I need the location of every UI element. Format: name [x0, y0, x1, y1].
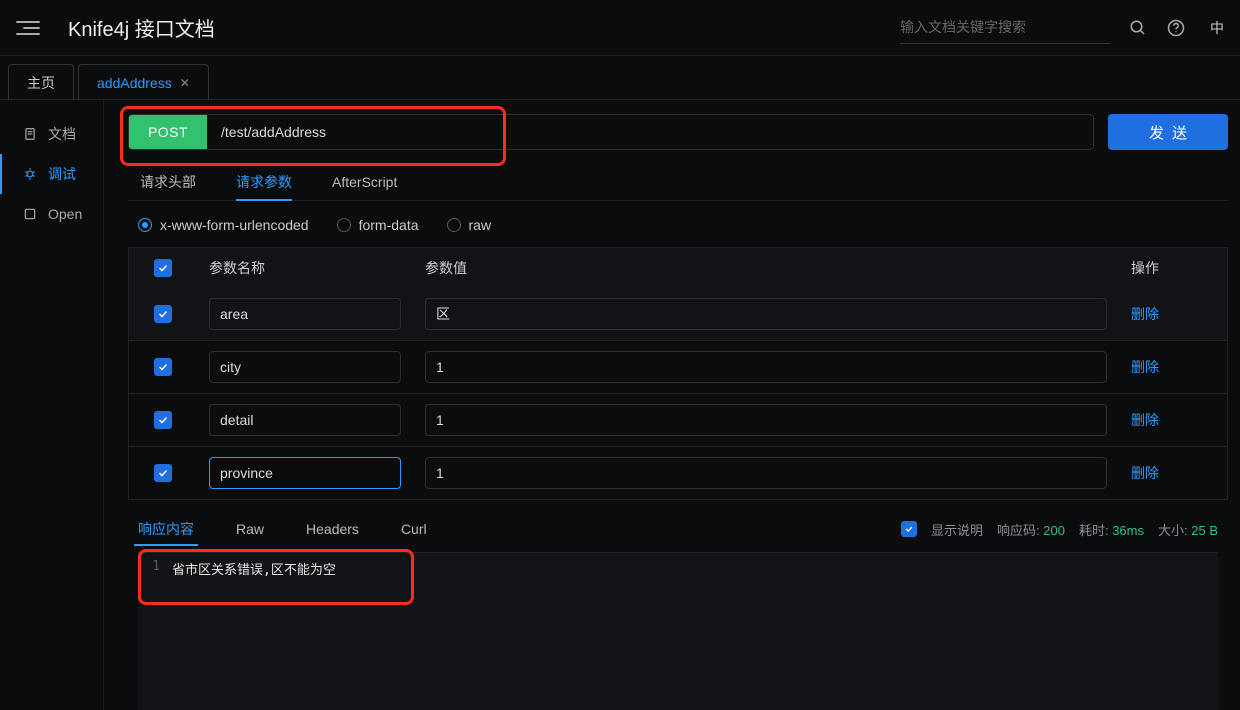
col-header-value: 参数值 — [413, 248, 1119, 288]
line-number: 1 — [138, 553, 166, 710]
radio-label: raw — [469, 217, 492, 233]
open-icon — [22, 206, 38, 222]
response-text: 省市区关系错误,区不能为空 — [166, 553, 1218, 710]
param-value-input[interactable] — [425, 404, 1107, 436]
checkbox-row[interactable] — [154, 464, 172, 482]
param-name-input[interactable] — [209, 351, 401, 383]
app-header: Knife4j 接口文档 中 — [0, 0, 1240, 56]
param-value-input[interactable] — [425, 298, 1107, 330]
debug-icon — [22, 166, 38, 182]
api-url: /test/addAddress — [207, 115, 340, 149]
sidebar-item-debug[interactable]: 调试 — [0, 154, 103, 194]
param-name-input[interactable] — [209, 404, 401, 436]
tab-response-body[interactable]: 响应内容 — [138, 512, 194, 546]
lang-switch[interactable]: 中 — [1210, 18, 1224, 38]
tab-addaddress[interactable]: addAddress ✕ — [78, 64, 209, 100]
tab-request-headers[interactable]: 请求头部 — [140, 164, 196, 200]
checkbox-row[interactable] — [154, 411, 172, 429]
param-name-input[interactable] — [209, 457, 401, 489]
param-value-input[interactable] — [425, 457, 1107, 489]
response-tabs: 响应内容 Raw Headers Curl — [138, 512, 427, 546]
param-name-input[interactable] — [209, 298, 401, 330]
app-title: Knife4j 接口文档 — [68, 13, 215, 42]
sidebar-item-doc[interactable]: 文档 — [0, 114, 103, 154]
http-method-badge: POST — [129, 115, 207, 149]
tab-request-params[interactable]: 请求参数 — [236, 164, 292, 200]
main-panel: POST /test/addAddress 发送 请求头部 请求参数 After… — [104, 100, 1240, 710]
radio-label: form-data — [359, 217, 419, 233]
delete-link[interactable]: 删除 — [1131, 410, 1159, 430]
meta-code-value: 200 — [1043, 523, 1065, 538]
tab-response-curl[interactable]: Curl — [401, 512, 427, 546]
response-body: 1 省市区关系错误,区不能为空 — [138, 553, 1218, 710]
tab-home[interactable]: 主页 — [8, 64, 74, 100]
close-icon[interactable]: ✕ — [180, 76, 190, 90]
meta-size-value: 25 B — [1191, 523, 1218, 538]
meta-time-value: 36ms — [1112, 523, 1144, 538]
table-row: 删除 — [129, 446, 1227, 499]
tab-response-headers[interactable]: Headers — [306, 512, 359, 546]
meta-size-label: 大小: — [1158, 523, 1188, 538]
sidebar-item-label: 文档 — [48, 124, 76, 144]
radio-formdata[interactable]: form-data — [337, 217, 419, 233]
radio-raw[interactable]: raw — [447, 217, 492, 233]
meta-code-label: 响应码: — [997, 523, 1040, 538]
tab-label: 主页 — [27, 73, 55, 93]
search-input[interactable] — [900, 12, 1110, 44]
radio-urlencoded[interactable]: x-www-form-urlencoded — [138, 217, 309, 233]
radio-label: x-www-form-urlencoded — [160, 217, 309, 233]
tab-label: addAddress — [97, 75, 172, 91]
sidebar-item-label: Open — [48, 206, 82, 222]
tab-afterscript[interactable]: AfterScript — [332, 164, 397, 200]
table-row: 删除 — [129, 288, 1227, 340]
search-icon[interactable] — [1128, 18, 1148, 38]
menu-toggle-icon[interactable] — [16, 16, 40, 40]
checkbox-all[interactable] — [154, 259, 172, 277]
params-table-header: 参数名称 参数值 操作 — [129, 248, 1227, 288]
col-header-name: 参数名称 — [197, 248, 413, 288]
checkbox-row[interactable] — [154, 358, 172, 376]
table-row: 删除 — [129, 393, 1227, 446]
sidebar: 文档 调试 Open — [0, 100, 104, 710]
sidebar-item-open[interactable]: Open — [0, 194, 103, 234]
body-type-radios: x-www-form-urlencoded form-data raw — [128, 213, 1228, 247]
params-table: 参数名称 参数值 操作 删除删除删除删除 — [128, 247, 1228, 500]
checkbox-show-desc[interactable] — [901, 521, 917, 537]
checkbox-row[interactable] — [154, 305, 172, 323]
send-button[interactable]: 发送 — [1108, 114, 1228, 150]
doc-icon — [22, 126, 38, 142]
col-header-action: 操作 — [1119, 248, 1227, 288]
help-icon[interactable] — [1166, 18, 1186, 38]
delete-link[interactable]: 删除 — [1131, 304, 1159, 324]
page-tabs: 主页 addAddress ✕ — [0, 56, 1240, 100]
meta-time-label: 耗时: — [1079, 523, 1109, 538]
response-meta: 显示说明 响应码: 200 耗时: 36ms 大小: 25 B — [901, 520, 1218, 539]
tab-response-raw[interactable]: Raw — [236, 512, 264, 546]
request-tabs: 请求头部 请求参数 AfterScript — [128, 164, 1228, 201]
delete-link[interactable]: 删除 — [1131, 357, 1159, 377]
delete-link[interactable]: 删除 — [1131, 463, 1159, 483]
show-desc-label: 显示说明 — [931, 520, 983, 539]
sidebar-item-label: 调试 — [48, 164, 76, 184]
param-value-input[interactable] — [425, 351, 1107, 383]
api-endpoint: POST /test/addAddress — [128, 114, 1094, 150]
table-row: 删除 — [129, 340, 1227, 393]
